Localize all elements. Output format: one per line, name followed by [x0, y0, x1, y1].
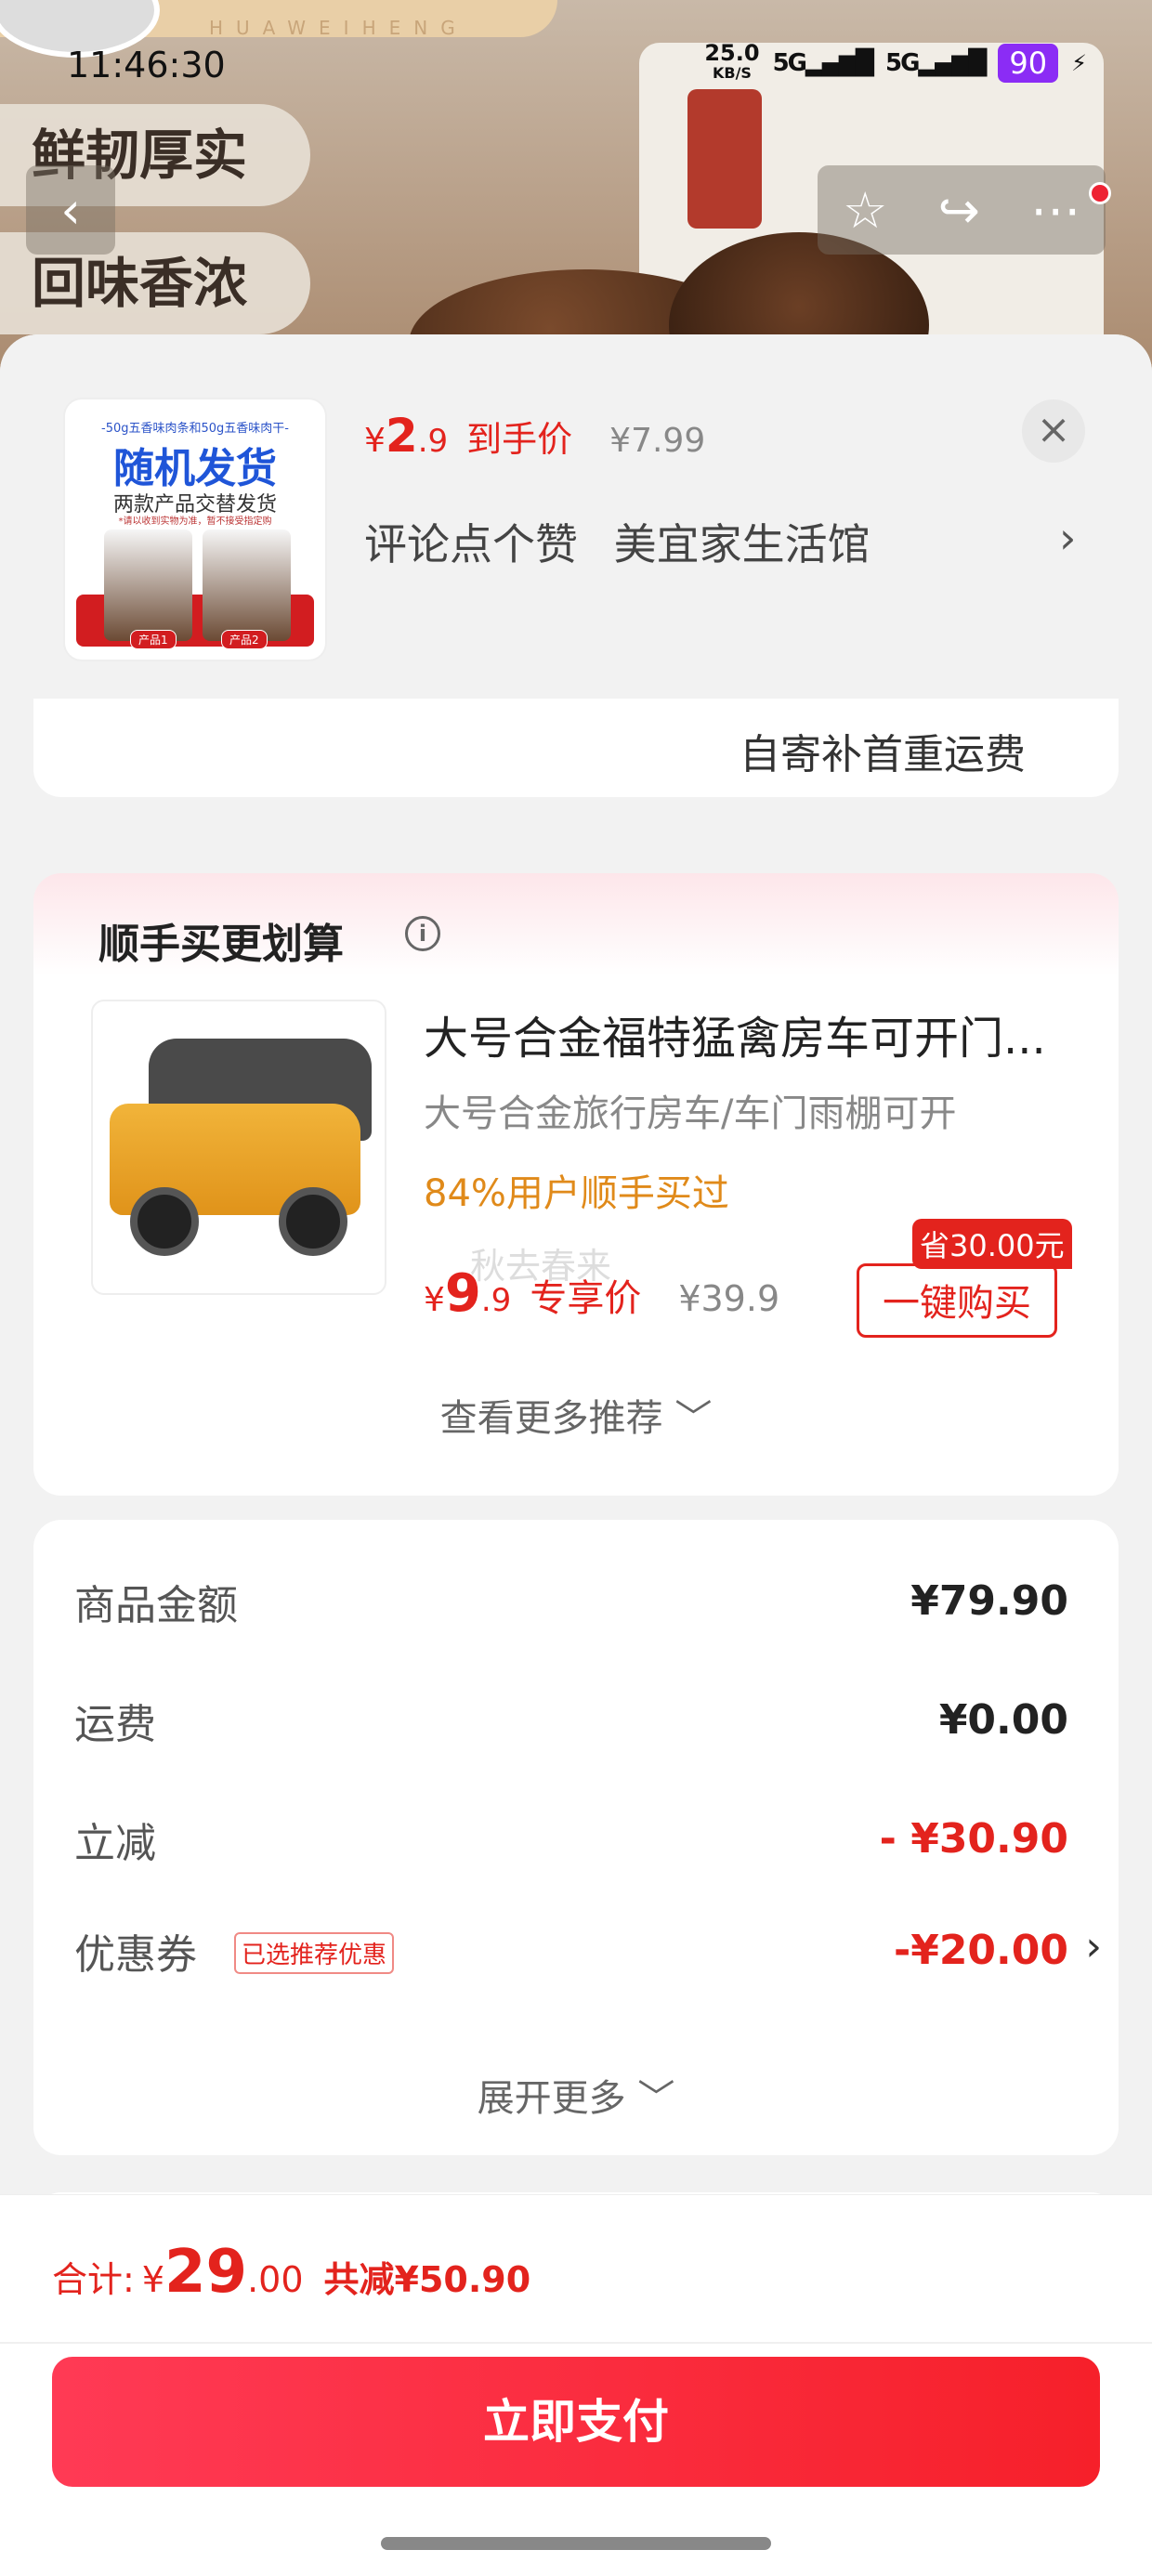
price-summary-card: 商品金额 ¥79.90 运费 ¥0.00 立减 - ¥30.90 优惠券 已选推… — [33, 1520, 1119, 2155]
pack-image-2 — [203, 530, 291, 641]
price-tag: 到手价 — [466, 419, 573, 460]
shop-name: 美宜家生活馆 — [613, 519, 871, 569]
more-recommend-link[interactable]: 查看更多推荐 ﹀ — [33, 1388, 1119, 1442]
summary-value: -¥20.00 — [893, 1927, 1068, 1974]
total-currency: ¥ — [141, 2259, 164, 2300]
thumb-title: 随机发货 — [113, 445, 277, 492]
shipping-card: 自寄补首重运费 — [33, 697, 1119, 797]
charging-icon: ⚡ — [1071, 50, 1087, 76]
chevron-right-icon[interactable]: › — [1059, 513, 1076, 563]
recommend-buyers: 84%用户顺手买过 — [424, 1172, 729, 1215]
back-button[interactable]: ‹ — [26, 165, 115, 255]
thumb-note: *请以收到实物为准，暂不接受指定购 — [118, 517, 272, 527]
rec-price-main: 9 — [444, 1263, 481, 1324]
pack-label-1: 产品1 — [130, 630, 177, 649]
pack-label-2: 产品2 — [221, 630, 268, 649]
battery-indicator: 90 — [998, 44, 1059, 83]
summary-value: - ¥30.90 — [879, 1815, 1068, 1863]
rec-price-decimal: .9 — [480, 1282, 512, 1319]
product-preview-background: HUAWEIHENG 鲜韧厚实 回味香浓 11:46:30 25.0 KB/S 5… — [0, 0, 1152, 390]
rec-price-tag: 专享价 — [530, 1277, 642, 1320]
one-click-buy-button[interactable]: 一键购买 — [857, 1263, 1057, 1338]
price-currency: ¥ — [364, 422, 386, 460]
summary-row-goods: 商品金额 ¥79.90 — [74, 1572, 1068, 1646]
pay-now-button[interactable]: 立即支付 — [52, 2357, 1100, 2487]
total-main: 29 — [164, 2238, 248, 2307]
recommend-title: 顺手买更划算 — [98, 921, 344, 968]
rec-original-price: ¥39.9 — [678, 1278, 780, 1319]
info-icon[interactable]: i — [405, 916, 440, 951]
home-indicator[interactable] — [381, 2537, 771, 2550]
recommend-card: 顺手买更划算 i 大号合金福特猛禽房车可开门... 大号合金旅行房车/车门雨棚可… — [33, 873, 1119, 1496]
price-main: 2 — [385, 409, 418, 463]
rec-price-currency: ¥ — [424, 1281, 445, 1319]
save-badge: 省30.00元 — [912, 1219, 1072, 1269]
product-thumbnail: -50g五香味肉条和50g五香味肉干- 随机发货 两款产品交替发货 *请以收到实… — [65, 399, 325, 660]
more-icon[interactable]: ⋯ — [1030, 181, 1080, 240]
shipping-note: 自寄补首重运费 — [740, 731, 1026, 778]
promo-text: 评论点个赞 — [364, 519, 578, 569]
brand-text: HUAWEIHENG — [209, 17, 468, 39]
status-time: 11:46:30 — [67, 45, 226, 85]
sheet-header: -50g五香味肉条和50g五香味肉干- 随机发货 两款产品交替发货 *请以收到实… — [0, 334, 1152, 699]
header-price: ¥ 2 .9 到手价 ¥7.99 — [364, 409, 705, 463]
recommend-product-name[interactable]: 大号合金福特猛禽房车可开门... — [424, 1001, 1093, 1066]
original-price: ¥7.99 — [609, 422, 706, 460]
summary-value: ¥79.90 — [910, 1577, 1068, 1625]
bottom-bar: 合计: ¥ 29 .00 共减¥50.90 立即支付 — [0, 2194, 1152, 2576]
wheel — [279, 1187, 347, 1256]
notification-dot — [1089, 182, 1111, 204]
total-saved: 共减¥50.90 — [323, 2259, 531, 2300]
total-decimal: .00 — [247, 2259, 304, 2300]
chevron-right-icon: › — [1085, 1923, 1102, 1970]
summary-label: 商品金额 — [74, 1582, 238, 1629]
status-icons: 25.0 KB/S 5G▂▄▆█ 5G▂▄▆█ 90 ⚡ — [704, 40, 1087, 84]
total-row: 合计: ¥ 29 .00 共减¥50.90 — [52, 2238, 530, 2307]
recommend-product-desc: 大号合金旅行房车/车门雨棚可开 — [424, 1092, 957, 1135]
summary-value: ¥0.00 — [938, 1696, 1068, 1744]
thumb-line: -50g五香味肉条和50g五香味肉干- — [101, 422, 289, 436]
signal-5g-icon-2: 5G▂▄▆█ — [885, 49, 987, 77]
top-actions: ☆ ↪ ⋯ — [818, 165, 1106, 255]
divider — [0, 2342, 1152, 2344]
recommend-price: ¥ 9 .9 专享价 ¥39.9 — [424, 1263, 779, 1324]
close-button[interactable]: × — [1022, 399, 1085, 463]
star-icon[interactable]: ☆ — [843, 181, 887, 240]
summary-label: 运费 — [74, 1701, 156, 1748]
signal-5g-icon: 5G▂▄▆█ — [772, 49, 874, 77]
pack-image-1 — [104, 530, 192, 641]
price-decimal: .9 — [417, 423, 449, 460]
expand-more-link[interactable]: 展开更多 ﹀ — [33, 2068, 1119, 2122]
wheel — [130, 1187, 199, 1256]
coupon-tag: 已选推荐优惠 — [234, 1932, 395, 1974]
summary-row-coupon[interactable]: 优惠券 已选推荐优惠 -¥20.00 › — [74, 1921, 1102, 1995]
share-icon[interactable]: ↪ — [938, 181, 980, 240]
close-icon: × — [1036, 406, 1071, 453]
chevron-left-icon: ‹ — [60, 180, 81, 240]
bag-logo — [687, 89, 762, 229]
summary-label: 立减 — [74, 1820, 156, 1867]
total-label: 合计: — [52, 2259, 135, 2300]
summary-row-discount: 立减 - ¥30.90 — [74, 1810, 1068, 1884]
summary-row-shipping: 运费 ¥0.00 — [74, 1691, 1068, 1765]
promo-shop-row[interactable]: 评论点个赞 美宜家生活馆 — [364, 511, 893, 572]
recommend-product-image[interactable] — [91, 1000, 386, 1295]
net-speed: 25.0 KB/S — [704, 40, 760, 82]
summary-label: 优惠券 — [74, 1931, 197, 1979]
